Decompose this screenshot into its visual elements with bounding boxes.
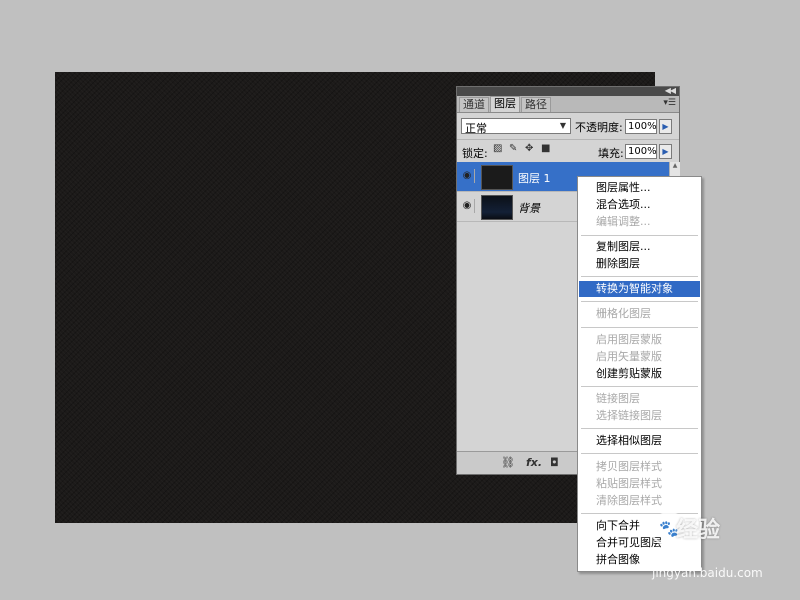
fx-icon[interactable]: fx. xyxy=(526,456,542,469)
menu-item-blending-options[interactable]: 混合选项... xyxy=(579,197,700,213)
menu-separator xyxy=(581,386,698,387)
opacity-label: 不透明度: xyxy=(575,121,623,134)
tab-layers[interactable]: 图层 xyxy=(490,96,520,112)
menu-separator xyxy=(581,276,698,277)
lock-brush-icon[interactable]: ✎ xyxy=(509,144,519,154)
scroll-up-icon[interactable]: ▲ xyxy=(670,162,680,169)
panel-menu-icon[interactable]: ▾☰ xyxy=(663,98,676,108)
opacity-input[interactable]: 100% xyxy=(625,119,657,134)
layer-thumbnail xyxy=(481,165,513,190)
menu-separator xyxy=(581,327,698,328)
menu-item-duplicate-layer[interactable]: 复制图层... xyxy=(579,239,700,255)
fill-slider-button[interactable]: ▶ xyxy=(659,144,672,159)
lock-label: 锁定: xyxy=(462,147,488,160)
menu-item-enable-layer-mask: 启用图层蒙版 xyxy=(596,333,662,346)
menu-item-select-similar-layers[interactable]: 选择相似图层 xyxy=(579,433,700,449)
watermark-brand: 经验 xyxy=(676,518,721,543)
watermark-url: jingyan.baidu.com xyxy=(652,566,763,580)
menu-separator xyxy=(581,453,698,454)
double-chevron-right-icon[interactable]: ◀◀ xyxy=(665,86,676,95)
lock-fill-row: 锁定: ▨ ✎ ✥ ■ 填充: 100% ▶ xyxy=(457,139,679,162)
layer-thumbnail xyxy=(481,195,513,220)
blend-mode-value: 正常 xyxy=(465,122,487,135)
lock-all-icon[interactable]: ■ xyxy=(541,144,551,154)
layer-name: 背景 xyxy=(518,202,540,215)
blend-mode-select[interactable]: 正常 ▼ xyxy=(461,118,571,135)
panel-tab-bar: 通道 图层 路径 ▾☰ xyxy=(457,96,679,113)
menu-item-select-linked-layers: 选择链接图层 xyxy=(596,409,662,422)
menu-item-enable-vector-mask: 启用矢量蒙版 xyxy=(596,350,662,363)
menu-item-link-layers: 链接图层 xyxy=(596,392,640,405)
fill-label: 填充: xyxy=(598,147,624,160)
chevron-down-icon[interactable]: ▼ xyxy=(557,120,569,132)
menu-separator xyxy=(581,428,698,429)
menu-item-rasterize-layer: 栅格化图层 xyxy=(596,307,651,320)
eye-icon[interactable]: ◉ xyxy=(460,169,475,183)
tab-channels[interactable]: 通道 xyxy=(459,97,489,112)
lock-move-icon[interactable]: ✥ xyxy=(525,144,535,154)
tab-paths[interactable]: 路径 xyxy=(521,97,551,112)
lock-transparency-icon[interactable]: ▨ xyxy=(493,144,503,154)
menu-item-edit-adjustment: 编辑调整... xyxy=(596,215,651,228)
eye-icon[interactable]: ◉ xyxy=(460,199,475,213)
panel-title-bar: ◀◀ xyxy=(457,86,679,96)
menu-separator xyxy=(581,301,698,302)
menu-item-create-clipping-mask[interactable]: 创建剪贴蒙版 xyxy=(579,366,700,382)
menu-separator xyxy=(581,235,698,236)
fill-input[interactable]: 100% xyxy=(625,144,657,159)
opacity-slider-button[interactable]: ▶ xyxy=(659,119,672,134)
menu-item-paste-layer-style: 粘贴图层样式 xyxy=(596,477,662,490)
blend-opacity-row: 正常 ▼ 不透明度: 100% ▶ xyxy=(457,113,679,139)
menu-item-copy-layer-style: 拷贝图层样式 xyxy=(596,460,662,473)
menu-item-convert-smart-object[interactable]: 转换为智能对象 xyxy=(579,281,700,297)
menu-item-clear-layer-style: 清除图层样式 xyxy=(596,494,662,507)
link-icon[interactable]: ⛓ xyxy=(501,456,515,469)
menu-item-layer-properties[interactable]: 图层属性... xyxy=(579,180,700,196)
menu-item-delete-layer[interactable]: 删除图层 xyxy=(579,256,700,272)
layer-name: 图层 1 xyxy=(518,172,551,185)
mask-icon[interactable]: ◘ xyxy=(550,456,559,469)
